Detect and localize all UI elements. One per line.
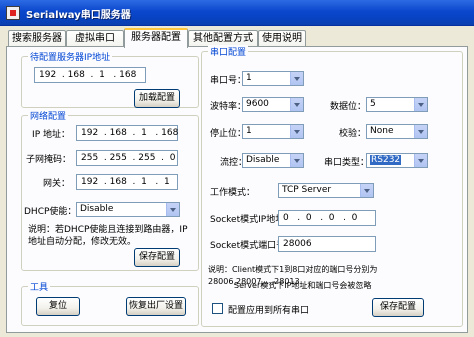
tab-instructions[interactable]: 使用说明	[258, 30, 306, 47]
porttype-label: 串口类型：	[324, 158, 370, 168]
parity-select[interactable]: None	[366, 124, 428, 139]
dhcp-label: DHCP使能：	[24, 207, 77, 217]
stopbits-select[interactable]: 1	[242, 124, 304, 139]
gateway-field[interactable]: 192 . 168 . 1 . 1	[76, 174, 178, 190]
porttype-select[interactable]: RS232	[366, 153, 428, 168]
parity-value: None	[370, 126, 394, 136]
dhcp-value: Disable	[80, 204, 114, 214]
ip-label: IP 地址：	[32, 130, 70, 140]
chevron-down-icon[interactable]	[290, 125, 303, 138]
baud-value: 9600	[246, 99, 269, 109]
chevron-down-icon[interactable]	[290, 154, 303, 167]
apply-all-label: 配置应用到所有串口	[228, 306, 310, 316]
tools-group-title: 工具	[28, 280, 51, 293]
server-ip-group-title: 待配置服务器IP地址	[28, 50, 113, 63]
tab-server-config[interactable]: 服务器配置	[124, 28, 188, 48]
network-group: 网络配置 IP 地址： 192 . 168 . 1 . 168 子网掩码： 25…	[21, 109, 199, 271]
workmode-label: 工作模式：	[210, 188, 256, 198]
tab-search-server[interactable]: 搜索服务器	[8, 30, 66, 47]
load-config-button[interactable]: 加载配置	[134, 89, 180, 108]
network-save-button[interactable]: 保存配置	[134, 248, 180, 267]
stopbits-value: 1	[246, 126, 252, 136]
socket-ip-label: Socket模式IP地址:	[210, 215, 288, 225]
port-label: 串口号：	[210, 76, 247, 86]
gateway-label: 网关：	[42, 179, 70, 189]
network-group-title: 网络配置	[28, 109, 69, 122]
databits-select[interactable]: 5	[366, 97, 428, 112]
port-select[interactable]: 1	[242, 71, 304, 86]
factory-reset-button[interactable]: 恢复出厂设置	[126, 297, 186, 316]
subnet-mask-label: 子网掩码：	[26, 155, 72, 165]
chevron-down-icon[interactable]	[290, 98, 303, 111]
socket-ip-field[interactable]: 0 . 0 . 0 . 0	[278, 210, 376, 226]
reset-button[interactable]: 复位	[36, 297, 80, 316]
databits-value: 5	[370, 99, 376, 109]
chevron-down-icon[interactable]	[166, 203, 179, 216]
parity-label: 校验：	[339, 129, 367, 139]
databits-label: 数据位：	[330, 102, 367, 112]
title-bar: Serialway串口服务器	[0, 0, 474, 26]
app-icon	[6, 6, 20, 20]
flow-select[interactable]: Disable	[242, 153, 304, 168]
ip-field[interactable]: 192 . 168 . 1 . 168	[76, 125, 178, 141]
server-ip-group: 待配置服务器IP地址 192 . 168 . 1 . 168 加载配置	[21, 50, 199, 108]
chevron-down-icon[interactable]	[290, 72, 303, 85]
subnet-mask-field[interactable]: 255 . 255 . 255 . 0	[76, 150, 178, 166]
workmode-select[interactable]: TCP Server	[278, 183, 374, 198]
server-config-panel: 待配置服务器IP地址 192 . 168 . 1 . 168 加载配置 网络配置…	[6, 45, 468, 333]
serial-note-line2: Server模式下IP地址和端口号会被忽略	[234, 281, 372, 290]
chevron-down-icon[interactable]	[360, 184, 373, 197]
apply-all-checkbox[interactable]	[212, 303, 223, 314]
network-note: 说明：若DHCP使能且连接到路由器，IP地址自动分配，修改无效。	[28, 225, 188, 247]
flow-value: Disable	[246, 155, 280, 165]
serial-config-group: 串口配置 串口号： 1 波特率： 9600 数据位： 5 停止位： 1 校验： …	[201, 45, 463, 327]
chevron-down-icon[interactable]	[414, 125, 427, 138]
stopbits-label: 停止位：	[210, 129, 247, 139]
server-ip-field[interactable]: 192 . 168 . 1 . 168	[34, 67, 146, 83]
serial-save-button[interactable]: 保存配置	[372, 298, 424, 317]
chevron-down-icon[interactable]	[414, 154, 427, 167]
workmode-value: TCP Server	[282, 185, 332, 195]
window-title: Serialway串口服务器	[26, 10, 131, 21]
port-value: 1	[246, 73, 252, 83]
socket-port-field[interactable]: 28006	[278, 236, 376, 252]
tab-virtual-serial[interactable]: 虚拟串口	[66, 30, 124, 47]
baud-label: 波特率：	[210, 102, 247, 112]
dhcp-select[interactable]: Disable	[76, 202, 180, 217]
porttype-value: RS232	[370, 155, 402, 165]
serial-config-group-title: 串口配置	[208, 45, 249, 58]
tools-group: 工具 复位 恢复出厂设置	[21, 280, 199, 326]
chevron-down-icon[interactable]	[414, 98, 427, 111]
baud-select[interactable]: 9600	[242, 97, 304, 112]
